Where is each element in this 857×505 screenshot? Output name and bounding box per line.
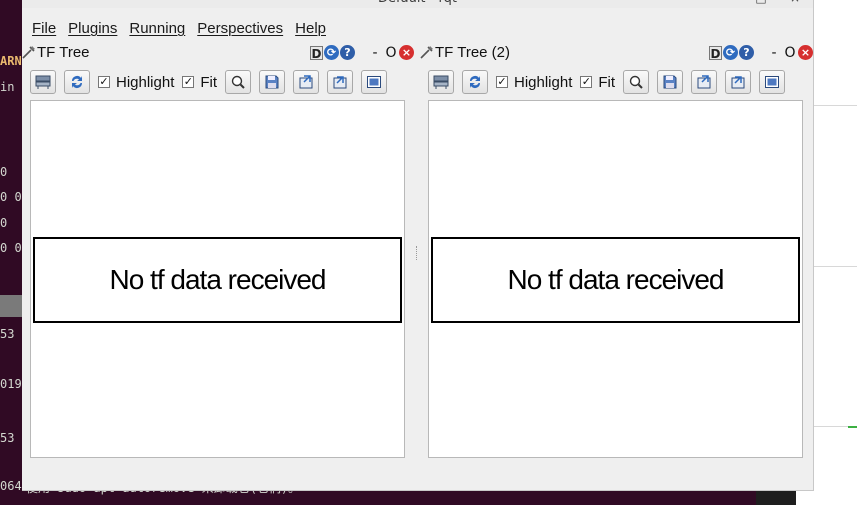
fit-checkbox[interactable]: ✓ Fit (580, 74, 615, 91)
server-icon (433, 75, 449, 89)
panel-title: TF Tree (37, 44, 90, 61)
background-line (812, 266, 857, 267)
save-icon[interactable] (657, 70, 684, 94)
tf-tree-panel-2: TF Tree (2) D ⟳ ? - O × ✓ Highlight ✓ Fi… (420, 42, 813, 462)
highlight-checkbox[interactable]: ✓ Highlight (98, 74, 174, 91)
fit-label: Fit (598, 73, 616, 91)
window-minimize-button[interactable]: – (719, 0, 739, 6)
window-title: Default - rqt (22, 0, 813, 8)
terminal-text: 53 (0, 431, 15, 445)
checkbox-box[interactable]: ✓ (98, 76, 110, 88)
export-icon[interactable] (691, 70, 718, 94)
refresh-icon[interactable] (462, 70, 488, 94)
refresh-icon[interactable]: ⟳ (324, 45, 339, 60)
highlight-label: Highlight (116, 73, 175, 91)
highlight-checkbox[interactable]: ✓ Highlight (496, 74, 572, 91)
tf-tree-panel: TF Tree D ⟳ ? - O × ✓ Highlight ✓ Fit No… (22, 42, 414, 462)
menu-plugins[interactable]: Plugins (62, 17, 123, 41)
menu-perspectives[interactable]: Perspectives (191, 17, 289, 41)
close-icon[interactable]: × (399, 45, 414, 60)
panel-splitter[interactable] (416, 246, 419, 260)
terminal-text: 0 (0, 165, 8, 179)
server-icon (35, 75, 51, 89)
menu-help[interactable]: Help (289, 17, 332, 41)
export-icon[interactable] (327, 70, 354, 94)
fit-checkbox[interactable]: ✓ Fit (182, 74, 217, 91)
window-maximize-button[interactable]: □ (751, 0, 771, 6)
terminal-text: ARN (0, 54, 22, 68)
close-icon[interactable]: × (798, 45, 813, 60)
rqt-window: Default - rqt – □ × File Plugins Running… (22, 0, 814, 491)
terminal-text: 0 0 (0, 190, 22, 204)
image-icon[interactable] (759, 70, 786, 94)
panel-toolbar: ✓ Highlight ✓ Fit (428, 69, 793, 95)
background-accent (848, 426, 857, 428)
terminal-text: 064 (0, 479, 22, 493)
panel-d-button[interactable]: D (310, 45, 323, 61)
no-data-message: No tf data received (33, 237, 402, 323)
terminal-text: 019 (0, 377, 22, 391)
refresh-icon[interactable] (64, 70, 90, 94)
panel-title: TF Tree (2) (435, 44, 511, 61)
zoom-icon[interactable] (623, 70, 650, 94)
fit-label: Fit (200, 73, 218, 91)
menu-running[interactable]: Running (123, 17, 191, 41)
panel-header-buttons: D ⟳ ? - O × (709, 45, 813, 61)
menubar: File Plugins Running Perspectives Help (22, 17, 332, 41)
panel-toolbar: ✓ Highlight ✓ Fit (30, 69, 395, 95)
terminal-text: in (0, 80, 15, 94)
checkbox-box[interactable]: ✓ (580, 76, 593, 88)
tools-icon (22, 45, 36, 59)
export-icon[interactable] (725, 70, 752, 94)
checkbox-box[interactable]: ✓ (496, 76, 508, 88)
graph-canvas[interactable]: No tf data received (428, 100, 803, 458)
zoom-icon[interactable] (225, 70, 252, 94)
no-data-message: No tf data received (431, 237, 800, 323)
window-close-button[interactable]: × (785, 0, 805, 6)
terminal-text: 53 (0, 327, 15, 341)
menu-file[interactable]: File (22, 17, 62, 41)
panel-header: TF Tree D ⟳ ? - O × (22, 42, 414, 64)
panel-minimize-button[interactable]: - (370, 46, 380, 60)
background-terminal: ARN in 0 0 0 0 0 0 53 019 53 (0, 0, 22, 505)
panel-d-button[interactable]: D (709, 45, 722, 61)
panel-float-button[interactable]: O (385, 46, 397, 60)
export-icon[interactable] (293, 70, 320, 94)
help-icon[interactable]: ? (739, 45, 754, 60)
background-line (812, 105, 857, 106)
terminal-text: 0 (0, 216, 8, 230)
panel-header-buttons: D ⟳ ? - O × (310, 45, 414, 61)
panel-minimize-button[interactable]: - (769, 46, 779, 60)
highlight-label: Highlight (514, 73, 573, 91)
refresh-graph-button[interactable] (30, 70, 56, 94)
panel-header: TF Tree (2) D ⟳ ? - O × (420, 42, 813, 64)
refresh-icon[interactable]: ⟳ (723, 45, 738, 60)
terminal-scroll-block (0, 295, 22, 317)
panel-float-button[interactable]: O (784, 46, 796, 60)
image-icon[interactable] (361, 70, 388, 94)
tools-icon (420, 45, 434, 59)
checkbox-box[interactable]: ✓ (182, 76, 195, 88)
refresh-graph-button[interactable] (428, 70, 454, 94)
graph-canvas[interactable]: No tf data received (30, 100, 405, 458)
help-icon[interactable]: ? (340, 45, 355, 60)
save-icon[interactable] (259, 70, 286, 94)
terminal-text: 0 0 (0, 241, 22, 255)
